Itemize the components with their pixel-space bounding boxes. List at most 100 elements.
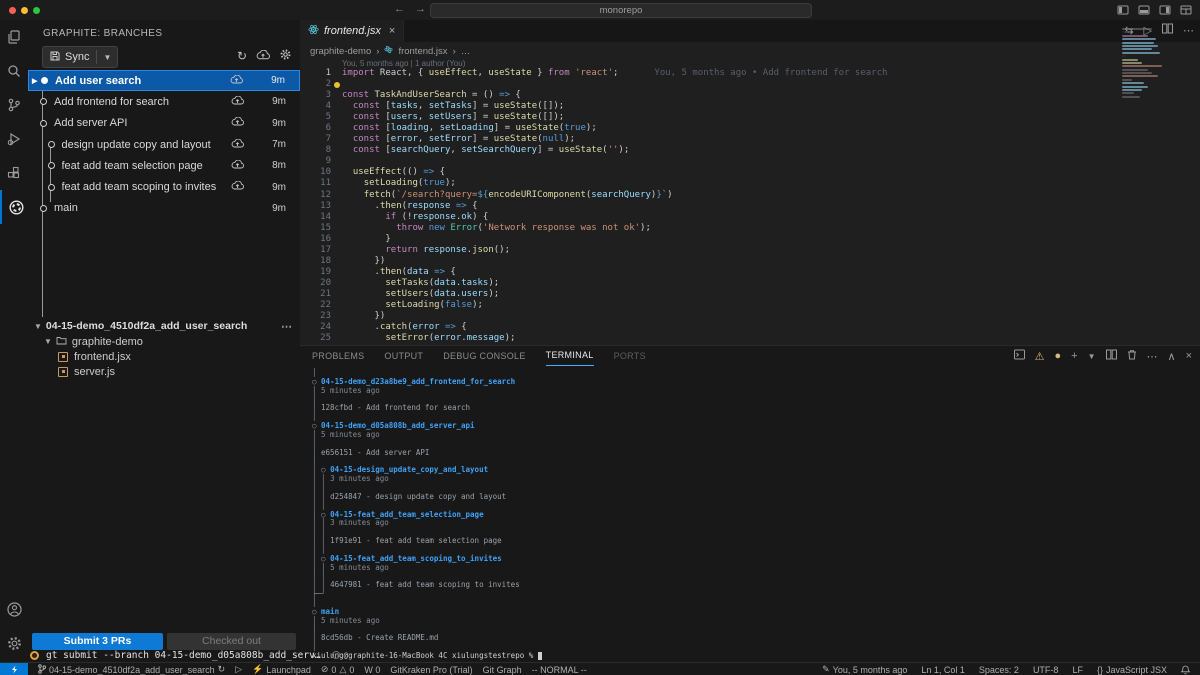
- code-line[interactable]: 4 const [tasks, setTasks] = useState([])…: [300, 101, 1110, 112]
- code-line[interactable]: 11 setLoading(true);: [300, 178, 1110, 189]
- breadcrumb-item[interactable]: graphite-demo: [310, 46, 371, 57]
- code-line[interactable]: 17 return response.json();: [300, 245, 1110, 256]
- code-line[interactable]: 3const TaskAndUserSearch = () => {: [300, 90, 1110, 101]
- panel-tab-debug-console[interactable]: DEBUG CONSOLE: [443, 347, 525, 366]
- git-graph-item[interactable]: Git Graph: [483, 665, 522, 675]
- panel-tab-ports[interactable]: PORTS: [614, 347, 646, 366]
- code-line[interactable]: 21 setUsers(data.users);: [300, 289, 1110, 300]
- gitkraken-item[interactable]: GitKraken Pro (Trial): [390, 665, 472, 675]
- close-tab-icon[interactable]: ×: [389, 25, 395, 37]
- breadcrumb-item[interactable]: …: [461, 46, 471, 57]
- cursor-position-item[interactable]: Ln 1, Col 1: [921, 665, 965, 675]
- code-line[interactable]: 20 setTasks(data.tasks);: [300, 278, 1110, 289]
- branch-row[interactable]: design update copy and layout7m: [28, 134, 300, 155]
- section-title[interactable]: 04-15-demo_4510df2a_add_user_search: [46, 320, 281, 332]
- code-editor[interactable]: 1import React, { useEffect, useState } f…: [300, 68, 1110, 344]
- terminal-output[interactable]: │○ 04-15-demo_d23a8be9_add_frontend_for_…: [312, 369, 1182, 661]
- back-icon[interactable]: ←: [394, 3, 405, 15]
- code-line[interactable]: 24 .catch(error => {: [300, 322, 1110, 333]
- code-line[interactable]: 6 const [loading, setLoading] = useState…: [300, 123, 1110, 134]
- code-line[interactable]: 25 setError(error.message);: [300, 333, 1110, 344]
- customize-layout-icon[interactable]: [1180, 4, 1192, 16]
- code-line[interactable]: 1import React, { useEffect, useState } f…: [300, 68, 1110, 79]
- minimap[interactable]: [1122, 28, 1166, 99]
- panel-tab-output[interactable]: OUTPUT: [384, 347, 423, 366]
- chevron-down-icon[interactable]: ▼: [97, 53, 117, 62]
- terminal-dropdown-icon[interactable]: ▼: [1088, 352, 1096, 361]
- kill-terminal-icon[interactable]: [1127, 349, 1137, 363]
- branch-row[interactable]: feat add team selection page8m: [28, 155, 300, 176]
- code-line[interactable]: 23 }): [300, 311, 1110, 322]
- code-line[interactable]: 19 .then(data => {: [300, 267, 1110, 278]
- eol-item[interactable]: LF: [1072, 665, 1083, 675]
- minimize-window-button[interactable]: [21, 7, 28, 14]
- branch-row[interactable]: main9m: [28, 198, 300, 219]
- code-line[interactable]: 2: [300, 79, 1110, 90]
- folder-row[interactable]: ▼ graphite-demo: [28, 334, 300, 349]
- code-line[interactable]: 12 fetch(`/search?query=${encodeURICompo…: [300, 190, 1110, 201]
- graphite-icon[interactable]: [0, 190, 30, 224]
- branch-status-item[interactable]: 04-15-demo_4510df2a_add_user_search ↻: [38, 664, 225, 675]
- command-center[interactable]: monorepo: [430, 3, 812, 18]
- source-control-icon[interactable]: [0, 88, 28, 122]
- terminal-line: │ │ 3 minutes ago: [312, 475, 1182, 484]
- file-row[interactable]: server.js: [28, 364, 300, 379]
- w-counter-item[interactable]: W 0: [364, 665, 380, 675]
- branch-row[interactable]: ▶Add user search9m: [28, 70, 300, 91]
- forward-icon[interactable]: →: [415, 3, 426, 15]
- maximize-panel-icon[interactable]: ∧: [1168, 350, 1176, 363]
- branch-row[interactable]: feat add team scoping to invites9m: [28, 176, 300, 197]
- code-line[interactable]: 22 setLoading(false);: [300, 300, 1110, 311]
- file-row[interactable]: frontend.jsx: [28, 349, 300, 364]
- panel-tab-terminal[interactable]: TERMINAL: [546, 346, 594, 366]
- toggle-secondary-sidebar-icon[interactable]: [1159, 4, 1171, 16]
- zoom-window-button[interactable]: [33, 7, 40, 14]
- code-line[interactable]: 7 const [error, setError] = useState(nul…: [300, 134, 1110, 145]
- tab-frontend-jsx[interactable]: frontend.jsx ×: [300, 20, 404, 42]
- problems-item[interactable]: ⊘0 △0: [321, 664, 355, 675]
- blame-status-item[interactable]: ✎ You, 5 months ago: [822, 664, 907, 675]
- code-line[interactable]: 13 .then(response => {: [300, 201, 1110, 212]
- more-actions-icon[interactable]: ⋯: [1183, 24, 1194, 37]
- extensions-icon[interactable]: [0, 156, 28, 190]
- chevron-down-icon[interactable]: ▼: [34, 322, 42, 331]
- account-icon[interactable]: [0, 592, 28, 626]
- code-line[interactable]: 5 const [users, setUsers] = useState([])…: [300, 112, 1110, 123]
- breadcrumb-item[interactable]: frontend.jsx: [398, 46, 447, 57]
- toggle-primary-sidebar-icon[interactable]: [1117, 4, 1129, 16]
- code-line[interactable]: 15 throw new Error('Network response was…: [300, 223, 1110, 234]
- lightbulb-icon[interactable]: [334, 82, 340, 88]
- settings-gear-icon[interactable]: [0, 626, 28, 660]
- section-more-icon[interactable]: ⋯: [281, 320, 292, 333]
- branch-row[interactable]: Add frontend for search9m: [28, 91, 300, 112]
- remote-indicator[interactable]: [0, 663, 28, 675]
- toggle-panel-icon[interactable]: [1138, 4, 1150, 16]
- panel-more-icon[interactable]: ⋯: [1147, 350, 1158, 363]
- sync-button[interactable]: Sync ▼: [42, 46, 118, 68]
- encoding-item[interactable]: UTF-8: [1033, 665, 1059, 675]
- code-line[interactable]: 18 }): [300, 256, 1110, 267]
- run-debug-icon[interactable]: [0, 122, 28, 156]
- branch-row[interactable]: Add server API9m: [28, 113, 300, 134]
- explorer-icon[interactable]: [0, 20, 28, 54]
- code-line[interactable]: 16 }: [300, 234, 1110, 245]
- code-line[interactable]: 9: [300, 156, 1110, 167]
- indentation-item[interactable]: Spaces: 2: [979, 665, 1019, 675]
- split-terminal-icon[interactable]: [1106, 349, 1117, 363]
- search-icon[interactable]: [0, 54, 28, 88]
- code-line[interactable]: 8 const [searchQuery, setSearchQuery] = …: [300, 145, 1110, 156]
- panel-tab-problems[interactable]: PROBLEMS: [312, 347, 364, 366]
- close-panel-icon[interactable]: ×: [1186, 350, 1192, 362]
- code-line[interactable]: 10 useEffect(() => {: [300, 167, 1110, 178]
- notifications-bell-icon[interactable]: [1181, 665, 1190, 675]
- gear-icon[interactable]: [279, 48, 292, 64]
- terminal-profile-icon[interactable]: [1014, 349, 1025, 363]
- code-line[interactable]: 14 if (!response.ok) {: [300, 212, 1110, 223]
- cloud-upload-icon[interactable]: [256, 49, 270, 63]
- language-mode-item[interactable]: {} JavaScript JSX: [1097, 665, 1167, 675]
- refresh-icon[interactable]: ↻: [237, 49, 247, 63]
- run-task-item[interactable]: ▷: [235, 664, 242, 675]
- new-terminal-icon[interactable]: +: [1071, 350, 1077, 362]
- close-window-button[interactable]: [9, 7, 16, 14]
- launchpad-item[interactable]: ⚡ Launchpad: [252, 664, 311, 675]
